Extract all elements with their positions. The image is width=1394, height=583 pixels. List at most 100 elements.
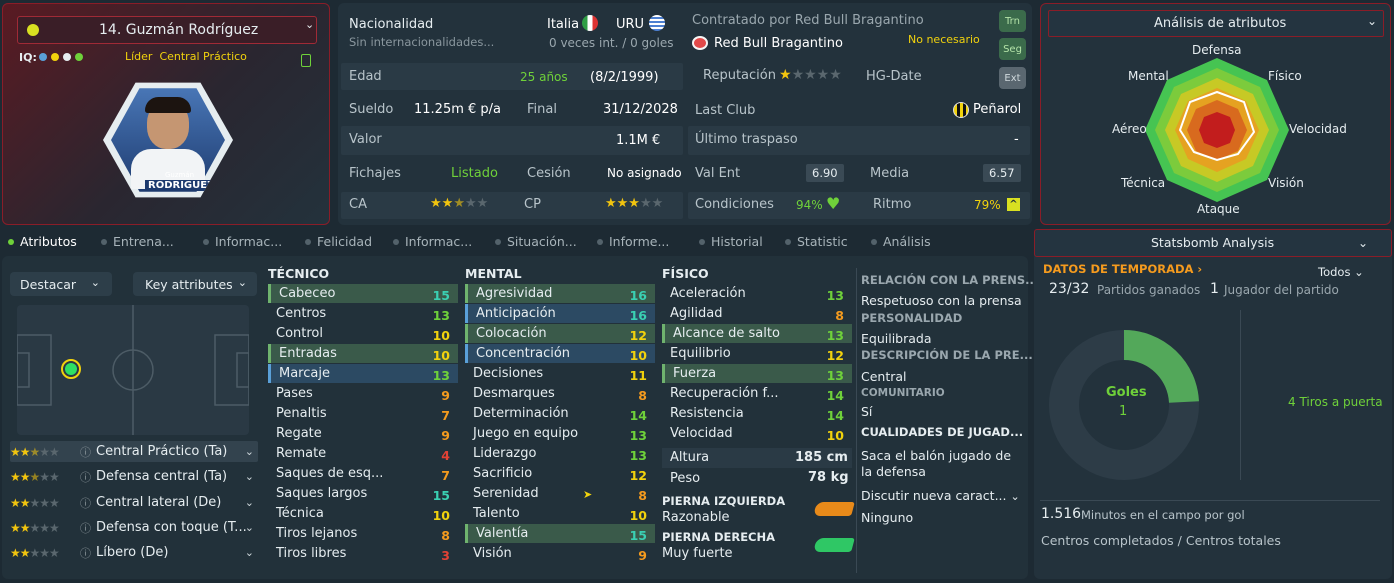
attribute-row[interactable]: Técnica 10 (268, 504, 458, 523)
attribute-row[interactable]: Colocación 12 (465, 324, 655, 343)
attribute-row[interactable]: Decisiones 11 (465, 364, 655, 383)
attribute-value: 12 (629, 468, 647, 483)
season-link[interactable]: DATOS DE TEMPORADA › (1043, 262, 1202, 276)
attribute-row[interactable]: Sacrificio 12 (465, 464, 655, 483)
chevron-down-icon[interactable]: ⌄ (245, 521, 254, 534)
attribute-row[interactable]: Concentración 10 (465, 344, 655, 363)
tab-atributos[interactable]: Atributos (8, 234, 77, 249)
attribute-name: Control (276, 326, 323, 341)
attribute-row[interactable]: Cabeceo 15 (268, 284, 458, 303)
position-row[interactable]: ★★★★★ ⓘ Central Práctico (Ta) ⌄ (10, 441, 258, 462)
info-icon[interactable]: ⓘ (80, 545, 91, 561)
chevron-down-icon[interactable]: ⌄ (1367, 14, 1377, 28)
trn-button[interactable]: Trn (999, 10, 1026, 32)
key-attributes-dropdown[interactable]: Key attributes ⌄ (133, 272, 257, 296)
rhythm-value: 79% (974, 198, 1001, 212)
chevron-down-icon[interactable]: ⌄ (245, 546, 254, 559)
tab-historial[interactable]: Historial (699, 234, 763, 249)
loan-value[interactable]: No asignado (607, 166, 682, 180)
goals-label: Goles (1106, 385, 1147, 400)
attribute-row[interactable]: Visión 9 (465, 544, 655, 563)
transfer-value[interactable]: Listado (451, 166, 498, 181)
tab-analisis[interactable]: Análisis (871, 234, 931, 249)
attribute-row[interactable]: Saques largos 15 (268, 484, 458, 503)
attribute-row[interactable]: Anticipación 16 (465, 304, 655, 323)
attribute-row[interactable]: Desmarques 8 (465, 384, 655, 403)
intl-value: 0 veces int. / 0 goles (549, 36, 674, 50)
attribute-value: 13 (432, 368, 450, 383)
attribute-row[interactable]: Juego en equipo 13 (465, 424, 655, 443)
attribute-row[interactable]: Resistencia 14 (662, 404, 852, 423)
attribute-value: 13 (826, 328, 844, 343)
attribute-value: 13 (629, 448, 647, 463)
attribute-name: Cabeceo (279, 286, 336, 301)
club-name[interactable]: Red Bull Bragantino (714, 36, 843, 51)
lastclub-label: Last Club (695, 103, 756, 118)
attribute-name: Velocidad (670, 426, 733, 441)
attribute-row[interactable]: Recuperación f... 14 (662, 384, 852, 403)
chevron-down-icon[interactable]: ⌄ (305, 18, 314, 31)
tab-felicidad[interactable]: Felicidad (305, 234, 372, 249)
attribute-row[interactable]: Valentía 15 (465, 524, 655, 543)
tab-entrenamiento[interactable]: Entrena... (101, 234, 174, 249)
seg-button[interactable]: Seg (999, 38, 1026, 60)
attribute-row[interactable]: Alcance de salto 13 (662, 324, 852, 343)
avg-value: 6.57 (983, 164, 1021, 182)
filter-dropdown[interactable]: Todos ⌄ (1318, 265, 1364, 279)
attribute-row[interactable]: Tiros libres 3 (268, 544, 458, 563)
attribute-name: Visión (473, 546, 512, 561)
attribute-row[interactable]: Velocidad 10 (662, 424, 852, 443)
attribute-row[interactable]: Aceleración 13 (662, 284, 852, 303)
position-row[interactable]: ★★★★★ ⓘ Defensa central (Ta) ⌄ (10, 466, 258, 487)
attribute-name: Decisiones (473, 366, 544, 381)
left-boot-icon (813, 502, 855, 516)
info-icon[interactable]: ⓘ (80, 520, 91, 536)
position-row[interactable]: ★★★★★ ⓘ Defensa con toque (T... ⌄ (10, 517, 258, 538)
weight-value: 78 kg (808, 470, 849, 485)
info-icon[interactable]: ⓘ (80, 444, 91, 460)
attribute-row[interactable]: Remate 4 (268, 444, 458, 463)
highlight-dropdown[interactable]: Destacar ⌄ (10, 272, 112, 296)
chevron-down-icon[interactable]: ⌄ (1358, 236, 1368, 250)
attribute-value: 10 (629, 508, 647, 523)
attribute-row[interactable]: Fuerza 13 (662, 364, 852, 383)
attribute-row[interactable]: Equilibrio 12 (662, 344, 852, 363)
attribute-row[interactable]: Tiros lejanos 8 (268, 524, 458, 543)
attribute-row[interactable]: Regate 9 (268, 424, 458, 443)
valent-label: Val Ent (695, 166, 741, 181)
attribute-row[interactable]: Agresividad 16 (465, 284, 655, 303)
chevron-down-icon[interactable]: ⌄ (245, 445, 254, 458)
discuss-button[interactable]: Discutir nueva caract... ⌄ (861, 488, 1020, 503)
attribute-row[interactable]: Pases 9 (268, 384, 458, 403)
attribute-row[interactable]: Serenidad 8 (465, 484, 655, 503)
intl-label: Sin internacionalidades... (349, 35, 495, 49)
tab-informacion-2[interactable]: Informac... (393, 234, 472, 249)
position-row[interactable]: ★★★★★ ⓘ Líbero (De) ⌄ (10, 542, 258, 563)
attribute-name: Remate (276, 446, 327, 461)
attribute-row[interactable]: Determinación 14 (465, 404, 655, 423)
attribute-row[interactable]: Agilidad 8 (662, 304, 852, 323)
tab-situacion[interactable]: Situación... (495, 234, 577, 249)
nationality-2: URU (616, 17, 645, 32)
ext-button[interactable]: Ext (999, 67, 1026, 89)
attribute-row[interactable]: Talento 10 (465, 504, 655, 523)
attribute-row[interactable]: Liderazgo 13 (465, 444, 655, 463)
attribute-row[interactable]: Marcaje 13 (268, 364, 458, 383)
attribute-row[interactable]: Saques de esq... 7 (268, 464, 458, 483)
chevron-down-icon[interactable]: ⌄ (245, 496, 254, 509)
clipboard-icon[interactable] (301, 54, 311, 67)
lastclub-value[interactable]: Peñarol (973, 102, 1021, 117)
attribute-row[interactable]: Entradas 10 (268, 344, 458, 363)
tab-informacion-1[interactable]: Informac... (203, 234, 282, 249)
end-label: Final (527, 102, 557, 117)
tab-informe[interactable]: Informe... (597, 234, 669, 249)
position-row[interactable]: ★★★★★ ⓘ Central lateral (De) ⌄ (10, 492, 258, 513)
info-icon[interactable]: ⓘ (80, 469, 91, 485)
attribute-row[interactable]: Centros 13 (268, 304, 458, 323)
attribute-row[interactable]: Penaltis 7 (268, 404, 458, 423)
info-icon[interactable]: ⓘ (80, 495, 91, 511)
chevron-down-icon[interactable]: ⌄ (245, 470, 254, 483)
attribute-row[interactable]: Control 10 (268, 324, 458, 343)
cond-label: Condiciones (695, 197, 774, 212)
tab-statistic[interactable]: Statistic (785, 234, 848, 249)
